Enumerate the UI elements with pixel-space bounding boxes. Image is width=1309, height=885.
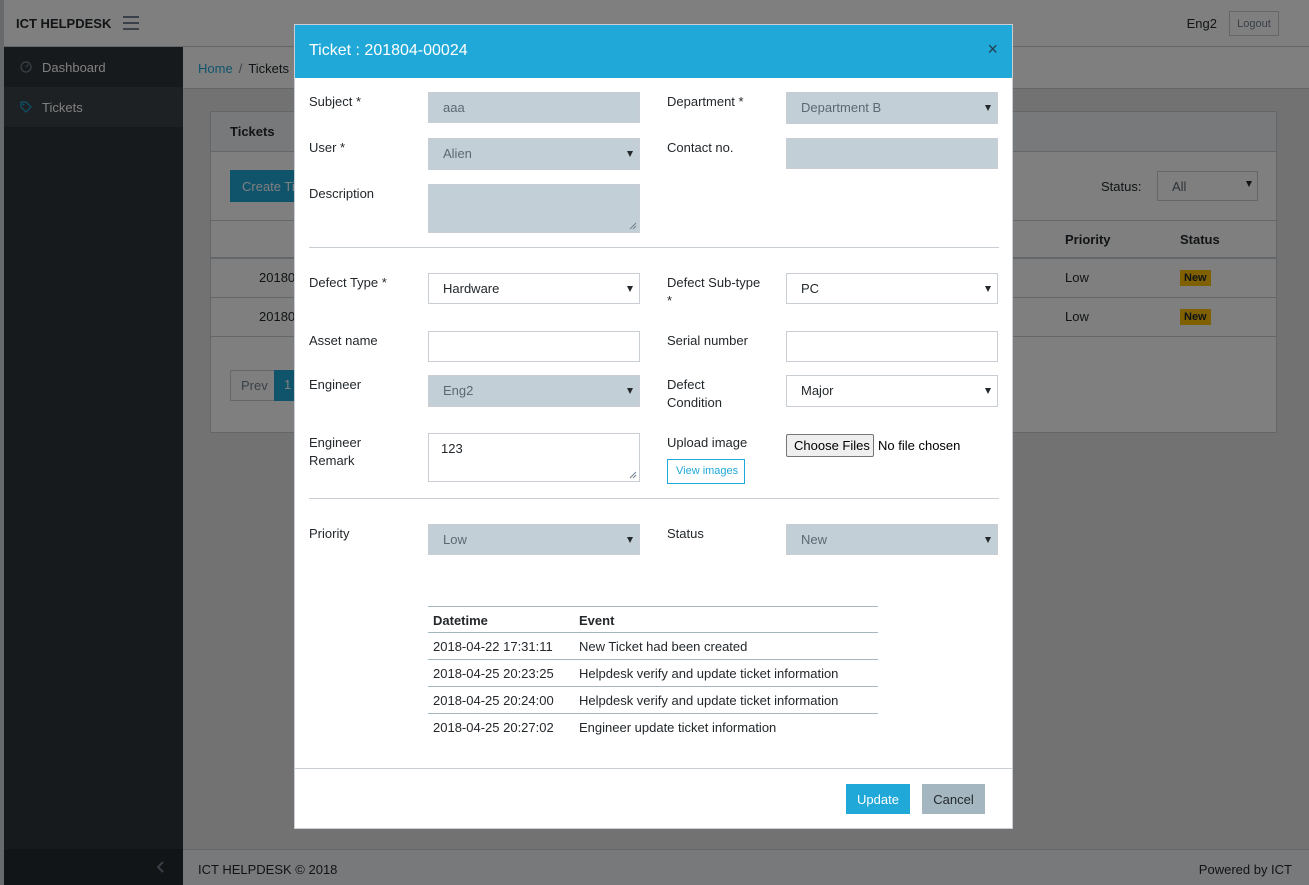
priority-label: Priority	[309, 526, 350, 541]
engineer-remark-textarea[interactable]: 123	[428, 433, 640, 482]
defect-subtype-select[interactable]: PC	[786, 273, 998, 304]
modal-title: Ticket : 201804-00024	[309, 42, 468, 59]
serial-number-input[interactable]	[786, 331, 998, 362]
defect-condition-select[interactable]: Major	[786, 375, 998, 407]
chevron-down-icon	[985, 105, 991, 111]
divider	[309, 247, 999, 248]
ticket-modal: Ticket : 201804-00024 × Subject * aaa De…	[294, 24, 1013, 829]
chevron-down-icon	[627, 151, 633, 157]
event-column-header: Event	[579, 613, 615, 628]
description-label: Description	[309, 186, 375, 201]
engineer-remark-label: Engineer Remark	[309, 435, 362, 468]
table-row: 2018-04-22 17:31:11 New Ticket had been …	[428, 633, 878, 660]
defect-type-select[interactable]: Hardware	[428, 273, 640, 304]
defect-subtype-label: Defect Sub-type *	[667, 275, 761, 308]
contact-label: Contact no.	[667, 140, 734, 155]
chevron-down-icon	[985, 286, 991, 292]
engineer-label: Engineer	[309, 377, 362, 392]
no-file-chosen-text: No file chosen	[878, 438, 961, 453]
table-row: 2018-04-25 20:24:00 Helpdesk verify and …	[428, 687, 878, 714]
upload-image-label: Upload image	[667, 435, 748, 450]
engineer-select[interactable]: Eng2	[428, 375, 640, 407]
table-header-row: Datetime Event	[428, 606, 878, 633]
cancel-button[interactable]: Cancel	[922, 784, 985, 814]
description-textarea[interactable]	[428, 184, 640, 233]
department-label: Department *	[667, 94, 744, 109]
chevron-down-icon	[985, 537, 991, 543]
ticket-history-table: Datetime Event 2018-04-22 17:31:11 New T…	[428, 606, 878, 741]
datetime-column-header: Datetime	[433, 613, 488, 628]
chevron-down-icon	[627, 537, 633, 543]
table-row: 2018-04-25 20:23:25 Helpdesk verify and …	[428, 660, 878, 687]
subject-input[interactable]: aaa	[428, 92, 640, 123]
serial-number-label: Serial number	[667, 333, 748, 348]
chevron-down-icon	[627, 286, 633, 292]
resize-grip-icon	[629, 471, 637, 479]
asset-name-label: Asset name	[309, 333, 378, 348]
chevron-down-icon	[627, 388, 633, 394]
asset-name-input[interactable]	[428, 331, 640, 362]
defect-type-label: Defect Type *	[309, 275, 387, 290]
user-label: User *	[309, 140, 346, 155]
priority-select[interactable]: Low	[428, 524, 640, 555]
department-select[interactable]: Department B	[786, 92, 998, 124]
choose-files-button[interactable]: Choose Files	[786, 434, 874, 457]
close-icon[interactable]: ×	[987, 39, 998, 60]
status-select[interactable]: New	[786, 524, 998, 555]
contact-input[interactable]	[786, 138, 998, 169]
table-row: 2018-04-25 20:27:02 Engineer update tick…	[433, 720, 777, 735]
modal-footer: Update Cancel	[295, 768, 1012, 828]
defect-condition-label: Defect Condition	[667, 377, 722, 410]
resize-grip-icon	[629, 222, 637, 230]
subject-label: Subject *	[309, 94, 362, 109]
update-button[interactable]: Update	[846, 784, 910, 814]
user-select[interactable]: Alien	[428, 138, 640, 170]
divider	[309, 498, 999, 499]
view-images-button[interactable]: View images	[667, 459, 745, 484]
status-label: Status	[667, 526, 704, 541]
chevron-down-icon	[985, 388, 991, 394]
modal-header: Ticket : 201804-00024 ×	[295, 25, 1012, 78]
